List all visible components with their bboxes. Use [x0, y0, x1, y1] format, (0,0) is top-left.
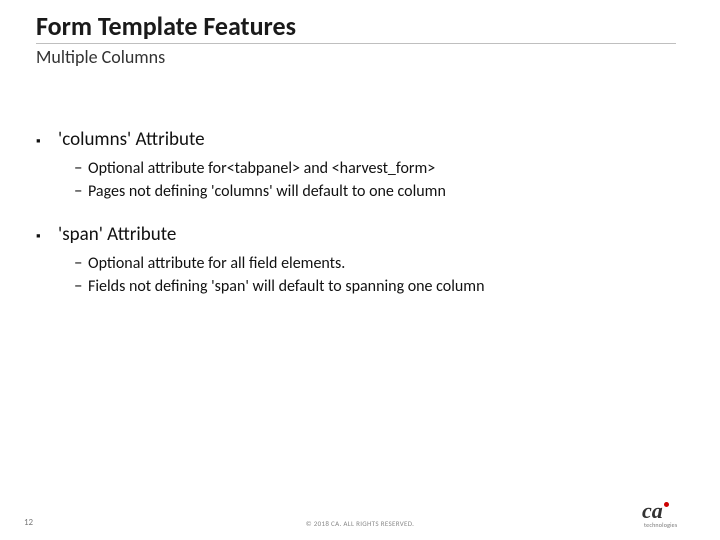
square-bullet-icon: ▪ — [36, 134, 58, 149]
bullet-level2: – Pages not defining 'columns' will defa… — [74, 180, 684, 201]
bullet-level2: – Optional attribute for<tabpanel> and <… — [74, 157, 684, 178]
dash-bullet-icon: – — [74, 275, 88, 296]
bullet-level1: ▪ 'span' Attribute — [36, 223, 684, 246]
section-heading: 'span' Attribute — [58, 223, 176, 246]
logo-sub-text: technologies — [644, 521, 696, 529]
dash-bullet-icon: – — [74, 180, 88, 201]
logo-dot-icon — [664, 502, 669, 507]
slide-footer: 12 © 2018 CA. ALL RIGHTS RESERVED. ca te… — [0, 504, 720, 528]
bullet-level2: – Fields not defining 'span' will defaul… — [74, 275, 684, 296]
bullet-level2: – Optional attribute for all field eleme… — [74, 252, 684, 273]
slide-subtitle: Multiple Columns — [36, 46, 684, 68]
section-heading: 'columns' Attribute — [58, 128, 205, 151]
dash-bullet-icon: – — [74, 157, 88, 178]
ca-logo: ca technologies — [642, 500, 696, 530]
slide: Form Template Features Multiple Columns … — [0, 0, 720, 540]
title-divider — [36, 43, 676, 44]
square-bullet-icon: ▪ — [36, 229, 58, 244]
section-item: Optional attribute for<tabpanel> and <ha… — [88, 159, 435, 178]
section-item: Pages not defining 'columns' will defaul… — [88, 182, 446, 201]
copyright-text: © 2018 CA. ALL RIGHTS RESERVED. — [0, 519, 720, 528]
bullet-level1: ▪ 'columns' Attribute — [36, 128, 684, 151]
section-item: Fields not defining 'span' will default … — [88, 277, 484, 296]
logo-brand-text: ca — [642, 498, 663, 523]
section-block: ▪ 'span' Attribute – Optional attribute … — [36, 223, 684, 296]
dash-bullet-icon: – — [74, 252, 88, 273]
section-item: Optional attribute for all field element… — [88, 254, 345, 273]
slide-content: ▪ 'columns' Attribute – Optional attribu… — [36, 128, 684, 296]
slide-title: Form Template Features — [36, 12, 684, 41]
